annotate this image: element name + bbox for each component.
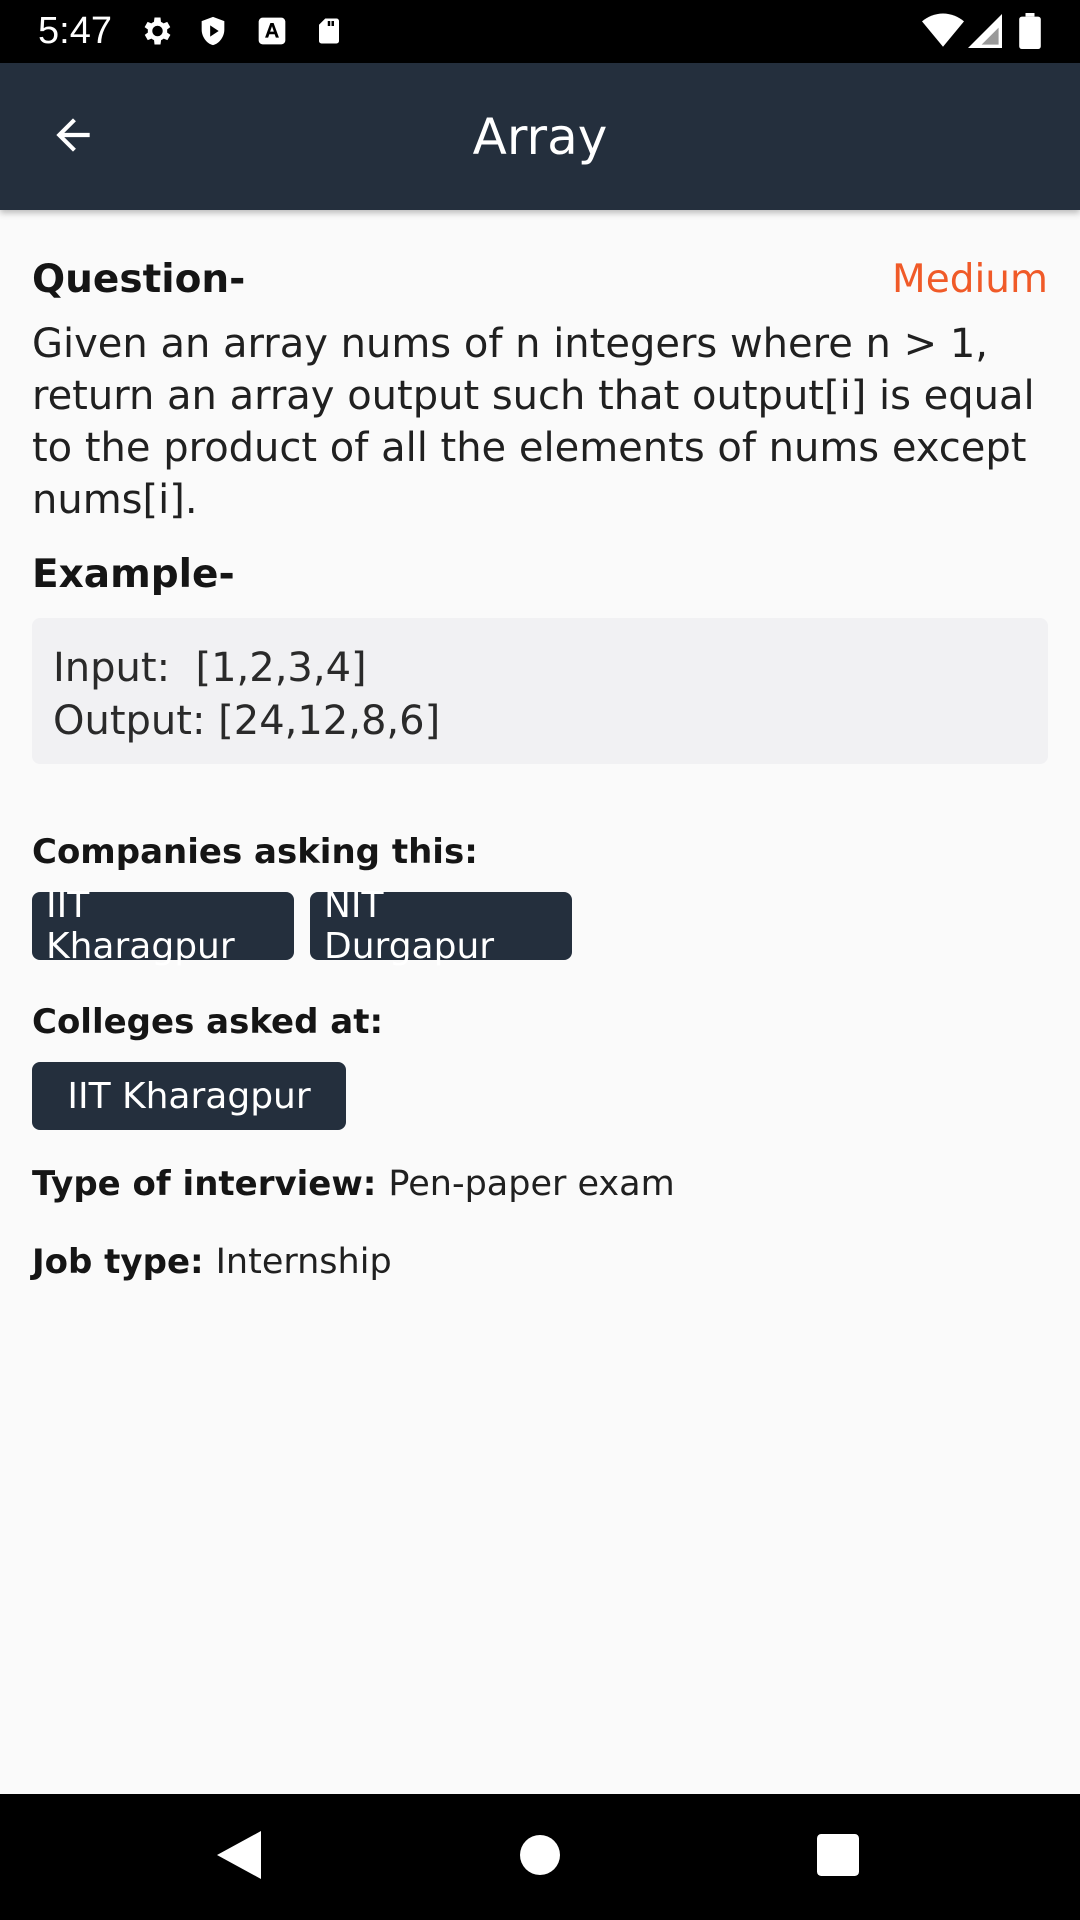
battery-icon (1018, 13, 1042, 53)
nav-home-button[interactable] (505, 1822, 575, 1892)
difficulty-label: Medium (892, 256, 1048, 302)
font-icon (256, 13, 288, 53)
job-type-value: Internship (215, 1242, 392, 1282)
shield-icon (196, 13, 230, 53)
interview-type-row: Type of interview: Pen-paper exam (32, 1160, 1048, 1208)
question-detail: Question- Medium Given an array nums of … (32, 248, 1048, 1286)
colleges-label: Colleges asked at: (32, 1002, 384, 1042)
colleges-chips: IIT Kharagpur (32, 1062, 1048, 1130)
nav-recents-button[interactable] (803, 1822, 873, 1892)
example-box: Input: [1,2,3,4] Output: [24,12,8,6] (32, 618, 1048, 764)
status-bar: 5:47 (0, 0, 1080, 63)
app-bar: Array (0, 63, 1080, 210)
interview-type-label: Type of interview: (32, 1164, 377, 1204)
colleges-label-row: Colleges asked at: (32, 998, 1048, 1046)
status-time: 5:47 (38, 10, 112, 52)
company-chip[interactable]: NIT Durgapur (310, 885, 572, 967)
college-chip[interactable]: IIT Kharagpur (32, 1062, 346, 1130)
settings-icon (138, 13, 174, 53)
home-circle-icon (520, 1835, 560, 1879)
sd-card-icon (314, 13, 344, 53)
company-chip[interactable]: IIT Kharagpur (32, 885, 294, 967)
back-triangle-icon (217, 1831, 261, 1883)
companies-chips: IIT Kharagpur NIT Durgapur (32, 885, 1048, 967)
companies-label: Companies asking this: (32, 832, 478, 872)
job-type-row: Job type: Internship (32, 1238, 1048, 1286)
companies-label-row: Companies asking this: (32, 828, 1048, 876)
example-heading: Example- (32, 551, 235, 597)
job-type-label: Job type: (32, 1242, 204, 1282)
question-text: Given an array nums of n integers where … (32, 321, 1035, 523)
page-title: Array (472, 108, 608, 166)
signal-icon (968, 13, 1002, 53)
recents-square-icon (817, 1834, 859, 1880)
wifi-icon (922, 13, 964, 53)
example-input: Input: [1,2,3,4] (53, 645, 367, 691)
nav-back-button[interactable] (204, 1822, 274, 1892)
example-heading-row: Example- (32, 544, 1048, 604)
example-output: Output: [24,12,8,6] (53, 698, 441, 744)
interview-type-value: Pen-paper exam (388, 1164, 675, 1204)
question-heading: Question- (32, 256, 246, 302)
navigation-bar (0, 1794, 1080, 1920)
question-header: Question- Medium (32, 248, 1048, 310)
